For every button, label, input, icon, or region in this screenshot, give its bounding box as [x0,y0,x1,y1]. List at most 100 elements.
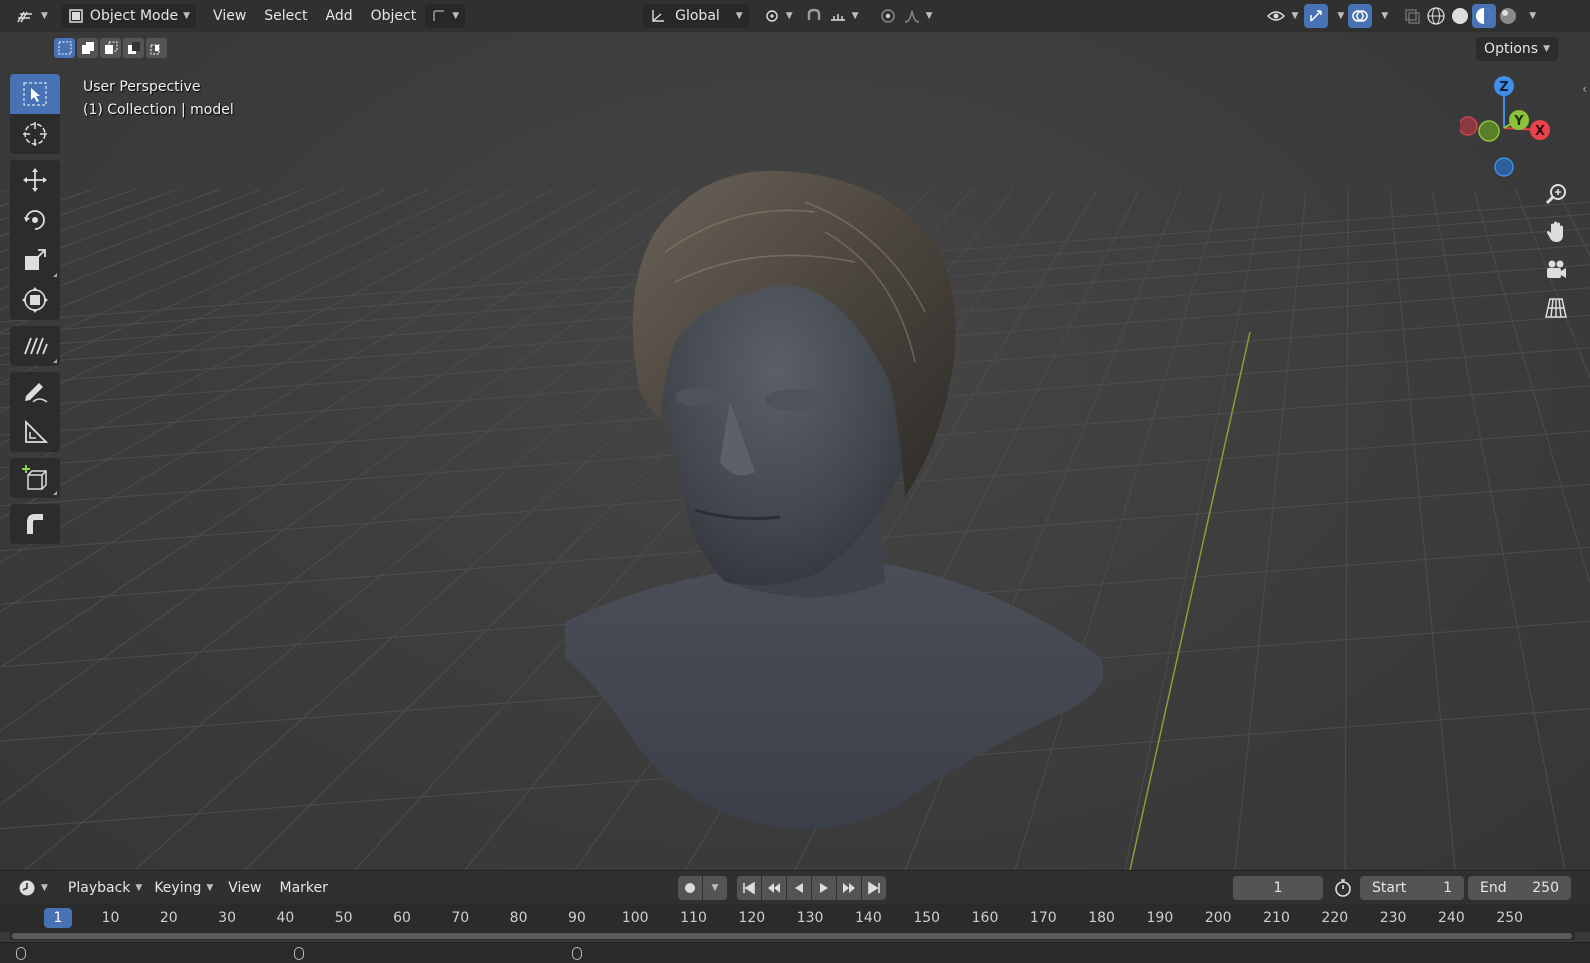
proportional-editing-toggle[interactable] [873,4,903,28]
shading-material-button[interactable] [1472,4,1497,28]
transform-icon [22,287,48,313]
scale-tool[interactable] [10,240,60,280]
chevron-down-icon: ▼ [925,11,933,21]
shading-rendered-button[interactable] [1496,4,1520,28]
snap-toggle[interactable] [799,4,829,28]
proportional-editing-icon [880,9,895,23]
annotate-line-tool[interactable] [10,326,60,366]
jump-start-button[interactable] [737,876,761,900]
end-frame-field[interactable]: End 250 [1468,876,1571,900]
navigation-gizmo[interactable]: Z Y X [1460,72,1570,182]
timeline-marker-menu[interactable]: Marker [271,876,337,900]
options-dropdown[interactable]: Options ▼ [1476,37,1558,61]
ruler-tick-label: 220 [1321,910,1349,926]
ruler-tick-label: 180 [1088,910,1115,926]
tool-variants-indicator [53,359,57,363]
neg-y-axis-ball[interactable] [1478,120,1500,142]
camera-view-button[interactable] [1539,253,1573,287]
next-keyframe-button[interactable] [837,876,861,900]
neg-x-axis-ball[interactable] [1460,116,1478,136]
clock-icon [19,880,35,895]
transform-tool[interactable] [10,280,60,320]
play-reverse-button[interactable] [787,876,811,900]
auto-keying-button[interactable] [678,876,702,900]
ruler-tick-label: 170 [1029,910,1057,926]
select-box-tool[interactable] [10,74,60,114]
timeline-view-menu[interactable]: View [219,876,270,900]
prev-keyframe-button[interactable] [762,876,786,900]
menu-object[interactable]: Object [362,4,426,28]
overlays-dropdown[interactable]: ▼ [1372,4,1392,28]
play-button[interactable] [812,876,836,900]
transform-orientation-dropdown[interactable]: Global ▼ [643,4,749,28]
editor-type-button[interactable]: ▼ [10,4,54,28]
crosshair-icon [23,122,47,146]
add-cube-tool[interactable] [10,458,60,498]
measure-tool[interactable] [10,412,60,452]
gesture-dropdown[interactable]: ▼ [425,4,466,28]
chevron-down-icon: ▼ [1381,11,1389,21]
sidebar-toggle-icon[interactable]: ‹ [1582,82,1587,96]
select-new-button[interactable] [54,38,75,58]
menu-view[interactable]: View [204,4,255,28]
shading-dropdown[interactable]: ▼ [1520,4,1540,28]
gizmo-toggle[interactable] [1304,4,1329,28]
neg-z-axis-ball[interactable] [1494,157,1514,177]
mode-selector[interactable]: Object Mode ▼ [61,4,197,28]
select-subtract-button[interactable] [100,38,121,58]
ruler-tick-label: 200 [1204,910,1232,926]
select-extend-icon [81,42,94,54]
ruler-tick-label: 230 [1379,910,1407,926]
rotate-tool[interactable] [10,200,60,240]
transform-orientation-label: Global [675,8,720,24]
menu-add[interactable]: Add [316,4,361,28]
xray-toggle[interactable] [1400,4,1424,28]
shading-wireframe-button[interactable] [1424,4,1448,28]
ruler-tick-label: 70 [451,910,470,926]
timeline-editor-type-button[interactable]: ▼ [12,876,54,900]
perspective-toggle-button[interactable] [1539,291,1573,325]
select-extend-button[interactable] [77,38,98,58]
annotate-tool[interactable] [10,372,60,412]
head-bust-model[interactable] [555,142,1125,842]
current-frame-value: 1 [1273,880,1283,896]
current-frame-field[interactable]: 1 [1233,876,1323,900]
chevron-down-icon: ▼ [1543,44,1550,54]
shading-solid-button[interactable] [1448,4,1472,28]
move-tool[interactable] [10,160,60,200]
select-invert-button[interactable] [123,38,144,58]
jump-end-button[interactable] [862,876,886,900]
overlays-toggle[interactable] [1348,4,1373,28]
pan-button[interactable] [1539,215,1573,249]
scale-icon [25,249,46,270]
visibility-dropdown[interactable]: ▼ [1260,4,1304,28]
playback-menu[interactable]: Playback ▼ [62,876,148,900]
options-label: Options [1484,41,1539,57]
menu-select[interactable]: Select [255,4,316,28]
timeline-ruler[interactable]: 1 10 20 30 40 50 60 70 80 90 100 110 120 130 140 150 16… [0,904,1590,932]
stopwatch-icon [1335,879,1351,897]
gizmo-dropdown[interactable]: ▼ [1328,4,1348,28]
timeline-scrollbar[interactable] [12,933,1572,939]
selection-mode-buttons [54,38,167,60]
mode-label: Object Mode [89,8,179,24]
shear-tool[interactable] [10,504,60,544]
current-frame-indicator[interactable]: 1 [44,908,72,928]
pivot-point-dropdown[interactable]: ▼ [757,4,799,28]
cursor-tool[interactable] [10,114,60,154]
bust-shoulders [565,562,1104,830]
falloff-dropdown[interactable]: ▼ [903,4,939,28]
3d-viewport[interactable]: User Perspective (1) Collection | model [0,32,1590,870]
ruler-tick-label: 110 [680,910,707,926]
snap-target-dropdown[interactable]: ▼ [829,4,865,28]
keying-set-dropdown[interactable]: ▼ [703,876,727,900]
keying-menu[interactable]: Keying ▼ [148,876,219,900]
start-frame-field[interactable]: Start 1 [1360,876,1464,900]
mouse-left-icon [16,947,26,960]
collection-label: (1) Collection | model [83,102,234,118]
zoom-button[interactable] [1539,177,1573,211]
preview-range-toggle[interactable] [1333,878,1353,902]
select-intersect-button[interactable] [146,38,167,58]
move-arrows-icon [23,168,47,192]
zoom-icon [1545,184,1566,205]
